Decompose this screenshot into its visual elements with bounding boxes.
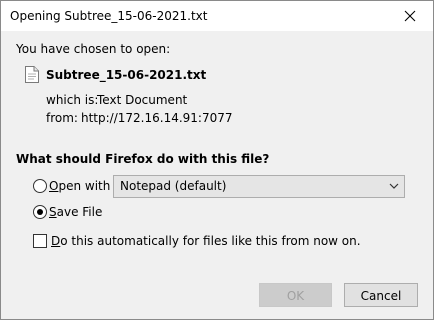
file-name: Subtree_15-06-2021.txt — [46, 68, 207, 82]
download-dialog: Opening Subtree_15-06-2021.txt You have … — [0, 0, 434, 320]
ok-button[interactable]: OK — [259, 283, 332, 307]
open-with-radio[interactable] — [33, 179, 47, 193]
from-label: from: — [46, 111, 78, 125]
selected-app: Notepad (default) — [120, 179, 227, 193]
source-url-value: http://172.16.14.91:7077 — [81, 111, 233, 125]
chosen-to-open-label: You have chosen to open: — [16, 42, 171, 56]
close-button[interactable] — [387, 1, 433, 31]
auto-do-this-checkbox[interactable] — [33, 234, 47, 248]
chevron-down-icon — [389, 183, 399, 189]
radio-selected-dot — [37, 209, 43, 215]
open-with-app-select[interactable]: Notepad (default) — [113, 175, 405, 198]
close-icon — [404, 10, 416, 22]
window-title: Opening Subtree_15-06-2021.txt — [10, 9, 208, 23]
which-is-label: which is: — [46, 93, 99, 107]
save-file-label[interactable]: Save File — [49, 205, 102, 219]
cancel-button[interactable]: Cancel — [344, 283, 418, 307]
document-icon — [25, 66, 39, 83]
save-file-radio[interactable] — [33, 205, 47, 219]
action-question: What should Firefox do with this file? — [16, 152, 270, 166]
auto-do-this-label[interactable]: Do this automatically for files like thi… — [51, 234, 361, 248]
file-type-value: Text Document — [97, 93, 188, 107]
open-with-label[interactable]: Open with — [49, 179, 110, 193]
title-bar: Opening Subtree_15-06-2021.txt — [1, 1, 433, 31]
